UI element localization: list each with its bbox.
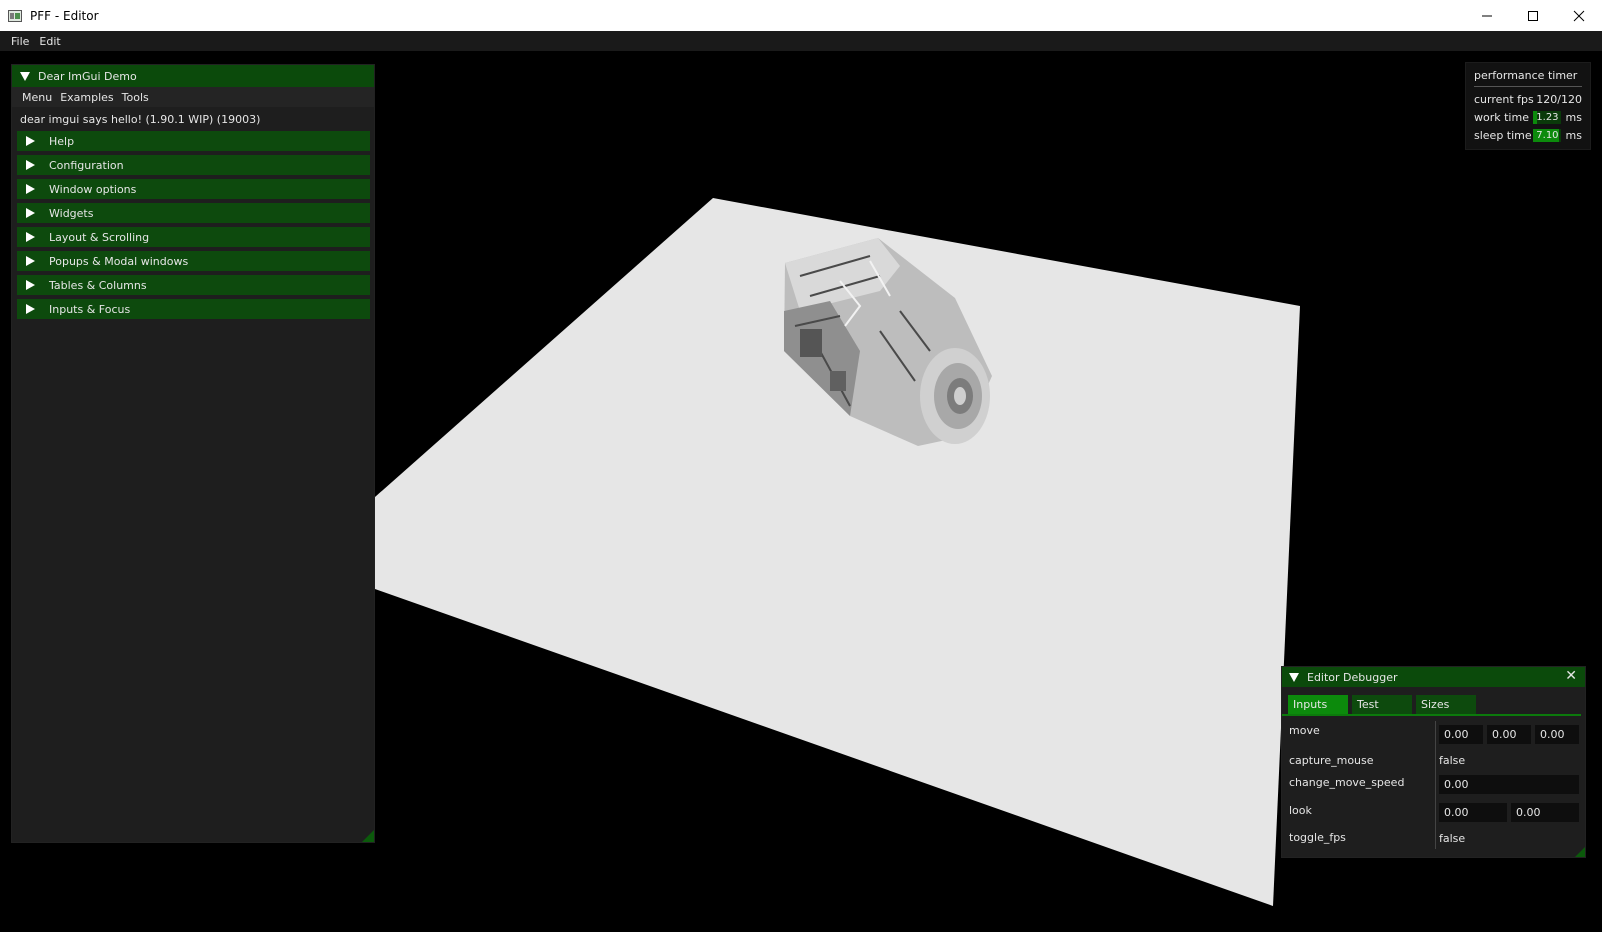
- change-move-speed-field[interactable]: 0.00: [1439, 775, 1579, 794]
- prop-label: toggle_fps: [1289, 831, 1346, 844]
- perf-work-row: work time 1.23 ms: [1474, 108, 1582, 126]
- demo-menu-bar: Menu Examples Tools: [12, 87, 374, 107]
- expand-arrow-icon: [26, 232, 35, 242]
- close-icon: [1573, 10, 1585, 21]
- demo-window-title: Dear ImGui Demo: [38, 69, 137, 83]
- section-popups-modal[interactable]: Popups & Modal windows: [17, 251, 370, 271]
- look-x-field[interactable]: 0.00: [1439, 803, 1507, 822]
- section-layout-scrolling[interactable]: Layout & Scrolling: [17, 227, 370, 247]
- perf-sleep-value: 7.10: [1536, 129, 1559, 141]
- section-label: Help: [49, 134, 75, 148]
- debugger-header[interactable]: Editor Debugger ✕: [1282, 667, 1585, 687]
- capture-mouse-value: false: [1435, 749, 1465, 771]
- section-label: Inputs & Focus: [49, 302, 131, 316]
- perf-work-unit: ms: [1565, 110, 1582, 124]
- expand-arrow-icon: [26, 184, 35, 194]
- expand-arrow-icon: [26, 136, 35, 146]
- section-label: Window options: [49, 182, 137, 196]
- demo-menu-tools[interactable]: Tools: [122, 91, 149, 104]
- perf-fps-value: 120/120: [1536, 92, 1582, 106]
- close-button[interactable]: [1556, 0, 1602, 31]
- prop-label: capture_mouse: [1289, 754, 1374, 767]
- prop-row-look: look 0.00 0.00: [1282, 799, 1585, 827]
- debugger-tab-bar: Inputs Test Sizes: [1282, 687, 1581, 716]
- minimize-icon: [1482, 15, 1492, 16]
- section-label: Configuration: [49, 158, 124, 172]
- close-icon[interactable]: ✕: [1565, 668, 1577, 684]
- perf-fps-label: current fps: [1474, 92, 1534, 106]
- title-bar: PFF - Editor: [0, 0, 1602, 31]
- perf-title: performance timer: [1474, 69, 1582, 87]
- maximize-icon: [1528, 10, 1538, 21]
- prop-label: move: [1289, 724, 1320, 737]
- perf-sleep-unit: ms: [1565, 128, 1582, 142]
- perf-sleep-bar: 7.10: [1532, 128, 1561, 142]
- demo-hello-text: dear imgui says hello! (1.90.1 WIP) (190…: [20, 112, 261, 126]
- section-widgets[interactable]: Widgets: [17, 203, 370, 223]
- demo-menu-menu[interactable]: Menu: [22, 91, 52, 104]
- prop-row-toggle-fps: toggle_fps false: [1282, 827, 1585, 849]
- section-label: Layout & Scrolling: [49, 230, 150, 244]
- perf-work-value: 1.23: [1536, 111, 1559, 123]
- section-help[interactable]: Help: [17, 131, 370, 151]
- demo-menu-examples[interactable]: Examples: [60, 91, 113, 104]
- section-label: Widgets: [49, 206, 94, 220]
- performance-timer: performance timer current fps 120/120 wo…: [1465, 62, 1591, 150]
- expand-arrow-icon: [26, 160, 35, 170]
- prop-label: change_move_speed: [1289, 776, 1405, 789]
- section-tables-columns[interactable]: Tables & Columns: [17, 275, 370, 295]
- section-label: Popups & Modal windows: [49, 254, 189, 268]
- section-configuration[interactable]: Configuration: [17, 155, 370, 175]
- minimize-button[interactable]: [1464, 0, 1510, 31]
- window-title: PFF - Editor: [30, 8, 99, 23]
- move-x-field[interactable]: 0.00: [1439, 725, 1483, 744]
- app-icon: [8, 9, 22, 22]
- expand-arrow-icon: [26, 208, 35, 218]
- main-menu-bar: File Edit: [0, 31, 1602, 51]
- collapse-arrow-icon[interactable]: [20, 71, 30, 81]
- section-inputs-focus[interactable]: Inputs & Focus: [17, 299, 370, 319]
- demo-window-header[interactable]: Dear ImGui Demo: [12, 65, 374, 87]
- imgui-demo-window[interactable]: Dear ImGui Demo Menu Examples Tools dear…: [11, 64, 375, 843]
- menu-file[interactable]: File: [11, 35, 29, 48]
- section-window-options[interactable]: Window options: [17, 179, 370, 199]
- prop-value: 0.00 0.00 0.00: [1435, 721, 1583, 749]
- move-z-field[interactable]: 0.00: [1535, 725, 1579, 744]
- collapse-arrow-icon[interactable]: [1289, 672, 1299, 682]
- maximize-button[interactable]: [1510, 0, 1556, 31]
- prop-label: look: [1289, 804, 1312, 817]
- expand-arrow-icon: [26, 280, 35, 290]
- prop-value: 0.00: [1435, 771, 1583, 799]
- tab-test[interactable]: Test: [1352, 695, 1412, 714]
- tab-inputs[interactable]: Inputs: [1288, 695, 1348, 714]
- resize-grip[interactable]: [1575, 847, 1585, 857]
- toggle-fps-value: false: [1435, 827, 1465, 849]
- perf-sleep-row: sleep time 7.10 ms: [1474, 126, 1582, 144]
- editor-debugger-window[interactable]: Editor Debugger ✕ Inputs Test Sizes move…: [1281, 666, 1586, 858]
- section-label: Tables & Columns: [49, 278, 147, 292]
- perf-work-label: work time: [1474, 110, 1529, 124]
- expand-arrow-icon: [26, 256, 35, 266]
- tab-sizes[interactable]: Sizes: [1416, 695, 1476, 714]
- prop-value: 0.00 0.00: [1435, 799, 1583, 827]
- move-y-field[interactable]: 0.00: [1487, 725, 1531, 744]
- perf-fps-row: current fps 120/120: [1474, 90, 1582, 108]
- prop-row-move: move 0.00 0.00 0.00: [1282, 721, 1585, 749]
- resize-grip[interactable]: [362, 830, 374, 842]
- menu-edit[interactable]: Edit: [39, 35, 60, 48]
- debugger-title: Editor Debugger: [1307, 670, 1398, 684]
- prop-row-capture-mouse: capture_mouse false: [1282, 749, 1585, 771]
- perf-work-bar: 1.23: [1532, 110, 1561, 124]
- look-y-field[interactable]: 0.00: [1511, 803, 1579, 822]
- perf-sleep-label: sleep time: [1474, 128, 1532, 142]
- prop-row-change-move-speed: change_move_speed 0.00: [1282, 771, 1585, 799]
- expand-arrow-icon: [26, 304, 35, 314]
